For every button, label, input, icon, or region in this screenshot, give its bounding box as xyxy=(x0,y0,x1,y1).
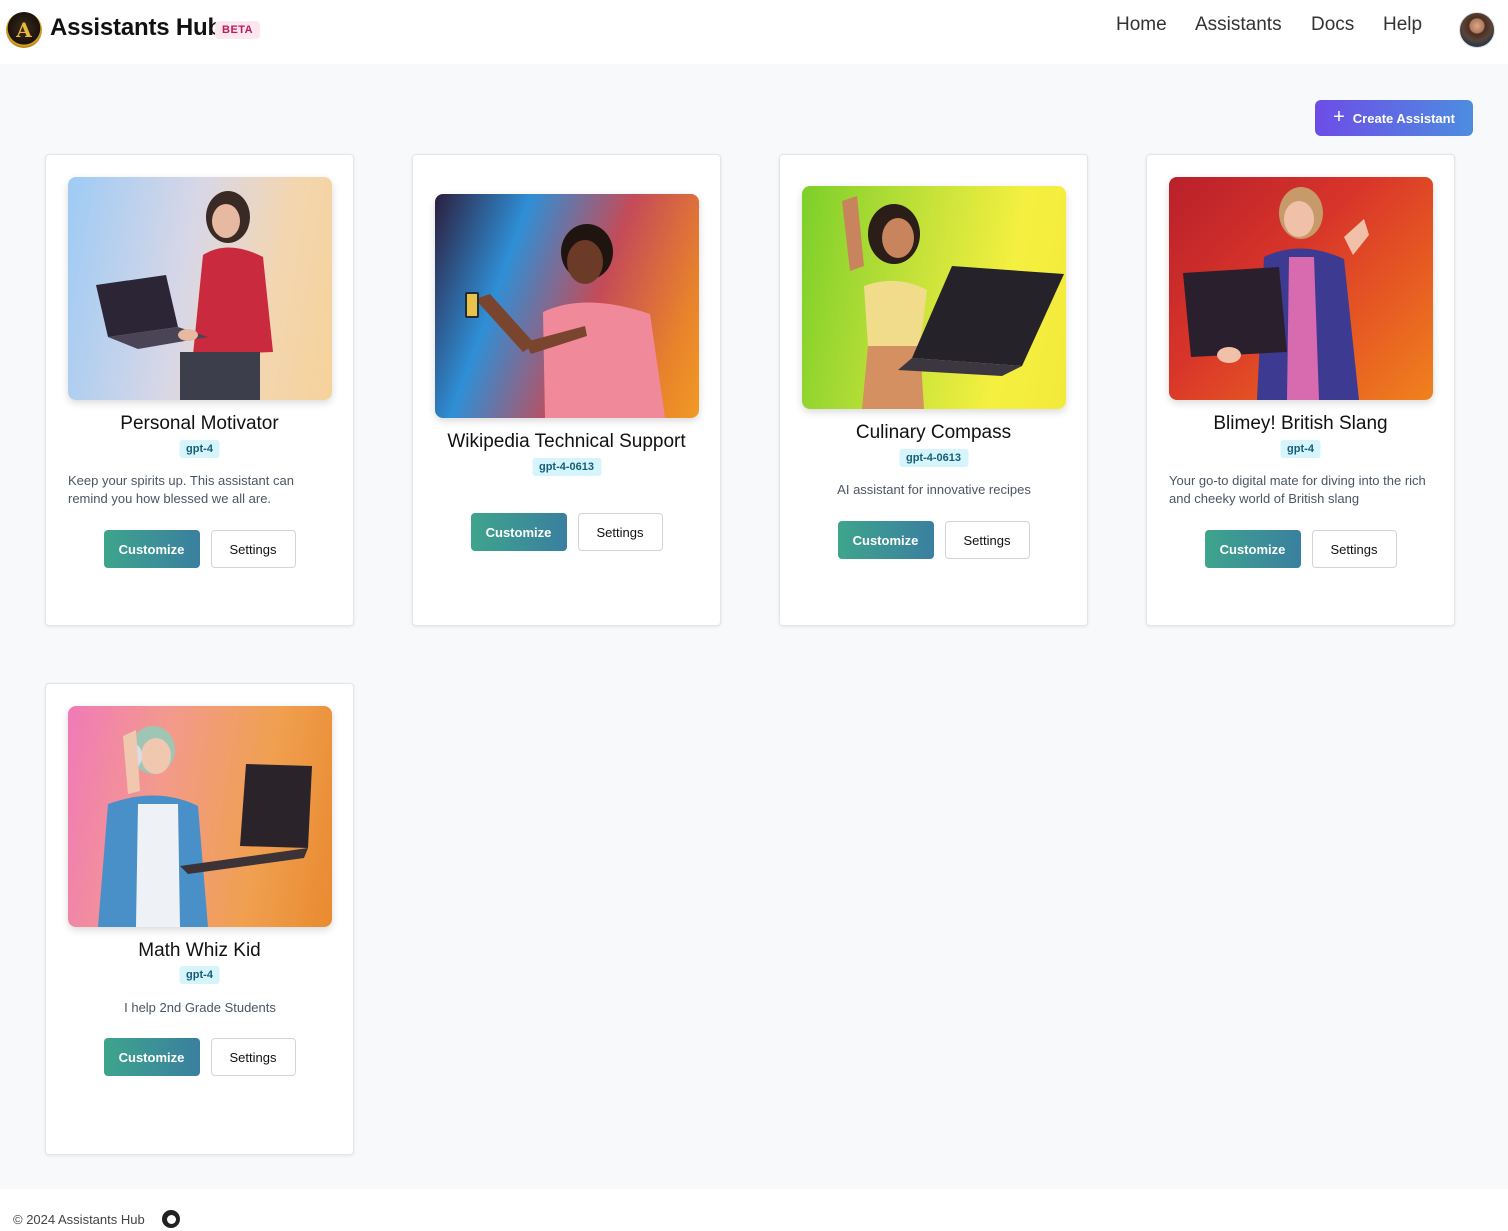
nav-assistants[interactable]: Assistants xyxy=(1195,14,1282,36)
assistant-title[interactable]: Culinary Compass xyxy=(780,422,1087,444)
assistant-card-culinary-compass: Culinary Compass gpt-4-0613 AI assistant… xyxy=(779,154,1088,626)
beta-badge: BETA xyxy=(215,21,261,39)
settings-button[interactable]: Settings xyxy=(577,513,663,551)
customize-button[interactable]: Customize xyxy=(103,1038,200,1076)
nav-home[interactable]: Home xyxy=(1116,14,1167,36)
logo-icon[interactable]: A xyxy=(6,12,42,48)
person-illustration xyxy=(96,191,273,400)
assistant-image xyxy=(802,186,1066,409)
customize-button[interactable]: Customize xyxy=(103,530,200,568)
assistant-description: Your go-to digital mate for diving into … xyxy=(1169,473,1426,506)
assistant-image xyxy=(1169,177,1433,400)
nav-help[interactable]: Help xyxy=(1383,14,1422,36)
person-illustration xyxy=(465,224,665,418)
assistant-title[interactable]: Personal Motivator xyxy=(46,413,353,435)
create-assistant-button[interactable]: + Create Assistant xyxy=(1315,100,1473,136)
assistant-card-blimey-british-slang: Blimey! British Slang gpt-4 Your go-to d… xyxy=(1146,154,1455,626)
brand-title[interactable]: Assistants Hub xyxy=(50,14,222,42)
model-badge: gpt-4 xyxy=(179,966,220,984)
assistant-image xyxy=(435,194,699,418)
assistant-image xyxy=(68,706,332,927)
person-illustration xyxy=(842,196,1064,409)
assistant-card-personal-motivator: Personal Motivator gpt-4 Keep your spiri… xyxy=(45,154,354,626)
assistant-title[interactable]: Wikipedia Technical Support xyxy=(413,431,720,453)
card-actions: Customize Settings xyxy=(46,530,353,568)
assistant-description: I help 2nd Grade Students xyxy=(124,1000,276,1015)
plus-icon: + xyxy=(1333,106,1345,128)
settings-button[interactable]: Settings xyxy=(210,1038,296,1076)
person-illustration xyxy=(1183,187,1369,400)
card-actions: Customize Settings xyxy=(46,1038,353,1076)
assistant-card-wikipedia-technical-support: Wikipedia Technical Support gpt-4-0613 C… xyxy=(412,154,721,626)
page-footer: © 2024 Assistants Hub xyxy=(0,1189,1508,1231)
person-illustration xyxy=(98,726,312,927)
customize-button[interactable]: Customize xyxy=(470,513,567,551)
model-badge: gpt-4-0613 xyxy=(898,449,969,467)
card-actions: Customize Settings xyxy=(413,513,720,551)
top-header: A Assistants Hub BETA Home Assistants Do… xyxy=(0,0,1508,64)
assistant-card-math-whiz-kid: Math Whiz Kid gpt-4 I help 2nd Grade Stu… xyxy=(45,683,354,1155)
settings-button[interactable]: Settings xyxy=(944,521,1030,559)
assistant-title[interactable]: Blimey! British Slang xyxy=(1147,413,1454,435)
card-actions: Customize Settings xyxy=(780,521,1087,559)
assistant-title[interactable]: Math Whiz Kid xyxy=(46,940,353,962)
assistant-description: Keep your spirits up. This assistant can… xyxy=(68,473,294,506)
customize-button[interactable]: Customize xyxy=(1204,530,1301,568)
settings-button[interactable]: Settings xyxy=(1311,530,1397,568)
create-assistant-label: Create Assistant xyxy=(1352,110,1455,126)
customize-button[interactable]: Customize xyxy=(837,521,934,559)
github-icon[interactable] xyxy=(162,1210,180,1228)
model-badge: gpt-4-0613 xyxy=(531,458,602,476)
copyright-text: © 2024 Assistants Hub xyxy=(13,1212,145,1227)
model-badge: gpt-4 xyxy=(179,440,220,458)
assistant-image xyxy=(68,177,332,400)
nav-docs[interactable]: Docs xyxy=(1311,14,1354,36)
assistant-description: AI assistant for innovative recipes xyxy=(837,482,1031,497)
model-badge: gpt-4 xyxy=(1280,440,1321,458)
card-actions: Customize Settings xyxy=(1147,530,1454,568)
user-avatar[interactable] xyxy=(1459,12,1495,48)
settings-button[interactable]: Settings xyxy=(210,530,296,568)
